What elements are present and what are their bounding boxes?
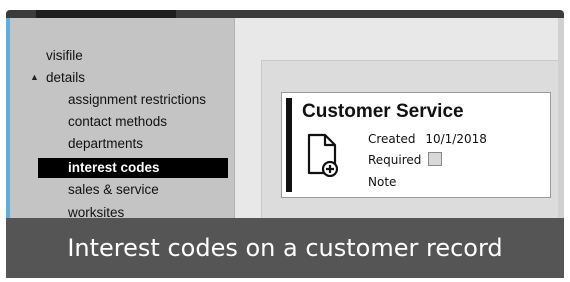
sidebar-item-interest-codes[interactable]: interest codes [38, 158, 228, 178]
caption-banner: Interest codes on a customer record [6, 218, 564, 278]
card-accent-bar [286, 98, 292, 192]
required-label: Required [368, 153, 422, 167]
required-checkbox[interactable] [428, 152, 443, 166]
scrollbar[interactable] [558, 18, 564, 228]
note-label[interactable]: Note [368, 175, 396, 189]
interest-code-card[interactable]: Customer Service Created 10/1/2018 Requi… [281, 92, 551, 198]
created-row: Created 10/1/2018 [368, 132, 487, 146]
sidebar-item-details[interactable]: details [46, 70, 85, 85]
document-add-icon[interactable] [306, 133, 338, 177]
created-date: 10/1/2018 [425, 132, 487, 146]
sidebar-item-sales-service[interactable]: sales & service [68, 182, 159, 197]
card-title: Customer Service [302, 101, 464, 122]
title-bar [6, 10, 564, 18]
sidebar-item-contact-methods[interactable]: contact methods [68, 114, 167, 129]
title-bar-accent [36, 10, 176, 18]
sidebar-item-assignment-restrictions[interactable]: assignment restrictions [68, 92, 206, 107]
sidebar-item-departments[interactable]: departments [68, 136, 143, 151]
sidebar-item-visifile[interactable]: visifile [46, 48, 83, 63]
collapse-caret-icon[interactable]: ▲ [30, 72, 39, 82]
created-label: Created [368, 132, 416, 146]
main-content: Customer Service Created 10/1/2018 Requi… [235, 18, 564, 230]
sidebar: visifile ▲ details assignment restrictio… [10, 18, 235, 228]
required-row: Required [368, 152, 443, 167]
